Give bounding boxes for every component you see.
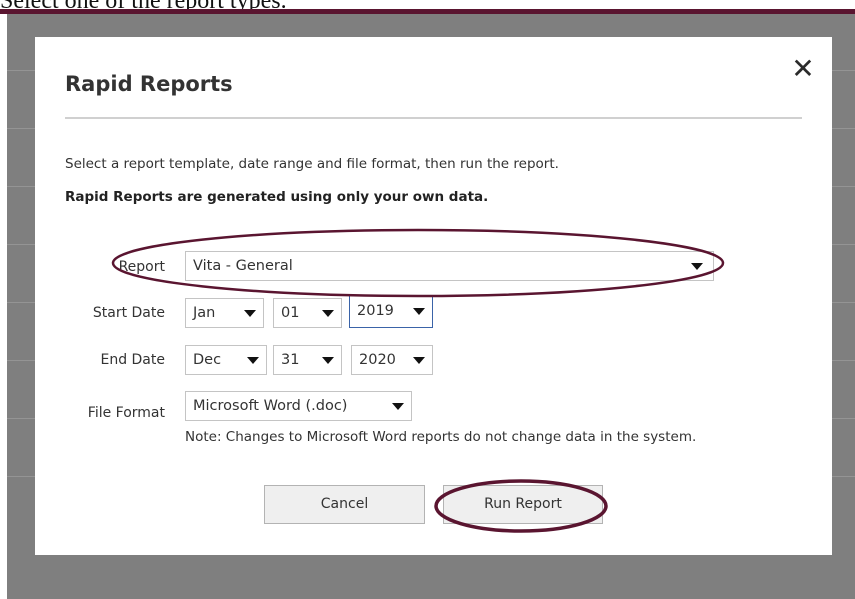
intro-bold-text: Rapid Reports are generated using only y… (65, 189, 489, 205)
start-date-label: Start Date (92, 305, 165, 321)
end-day-value: 31 (281, 352, 300, 368)
chevron-down-icon (322, 310, 334, 317)
end-day-select[interactable]: 31 (273, 345, 342, 375)
file-format-note: Note: Changes to Microsoft Word reports … (185, 429, 697, 445)
report-select-value: Vita - General (193, 258, 293, 274)
run-report-button[interactable]: Run Report (443, 485, 603, 524)
chevron-down-icon (322, 357, 334, 364)
chevron-down-icon (413, 357, 425, 364)
intro-text: Select a report template, date range and… (65, 156, 559, 172)
chevron-down-icon (244, 310, 256, 317)
start-month-select[interactable]: Jan (185, 298, 264, 328)
start-day-select[interactable]: 01 (273, 298, 342, 328)
rapid-reports-dialog: ✕ Rapid Reports Select a report template… (35, 37, 832, 555)
start-year-value: 2019 (357, 303, 394, 319)
chevron-down-icon (392, 403, 404, 410)
title-divider (65, 117, 802, 119)
report-label: Report (118, 259, 165, 275)
end-month-value: Dec (193, 352, 222, 368)
report-select[interactable]: Vita - General (185, 251, 714, 281)
start-month-value: Jan (193, 305, 216, 321)
end-month-select[interactable]: Dec (185, 345, 267, 375)
close-button[interactable]: ✕ (788, 54, 818, 84)
chevron-down-icon (691, 263, 703, 270)
file-format-label: File Format (87, 405, 165, 421)
end-year-value: 2020 (359, 352, 396, 368)
file-format-select[interactable]: Microsoft Word (.doc) (185, 391, 412, 421)
start-day-value: 01 (281, 305, 300, 321)
close-icon: ✕ (791, 52, 815, 85)
file-format-value: Microsoft Word (.doc) (193, 398, 348, 414)
cancel-button[interactable]: Cancel (264, 485, 425, 524)
end-date-label: End Date (100, 352, 165, 368)
start-year-select[interactable]: 2019 (349, 295, 433, 328)
chevron-down-icon (247, 357, 259, 364)
end-year-select[interactable]: 2020 (351, 345, 433, 375)
chevron-down-icon (413, 308, 425, 315)
dialog-title: Rapid Reports (65, 72, 233, 96)
